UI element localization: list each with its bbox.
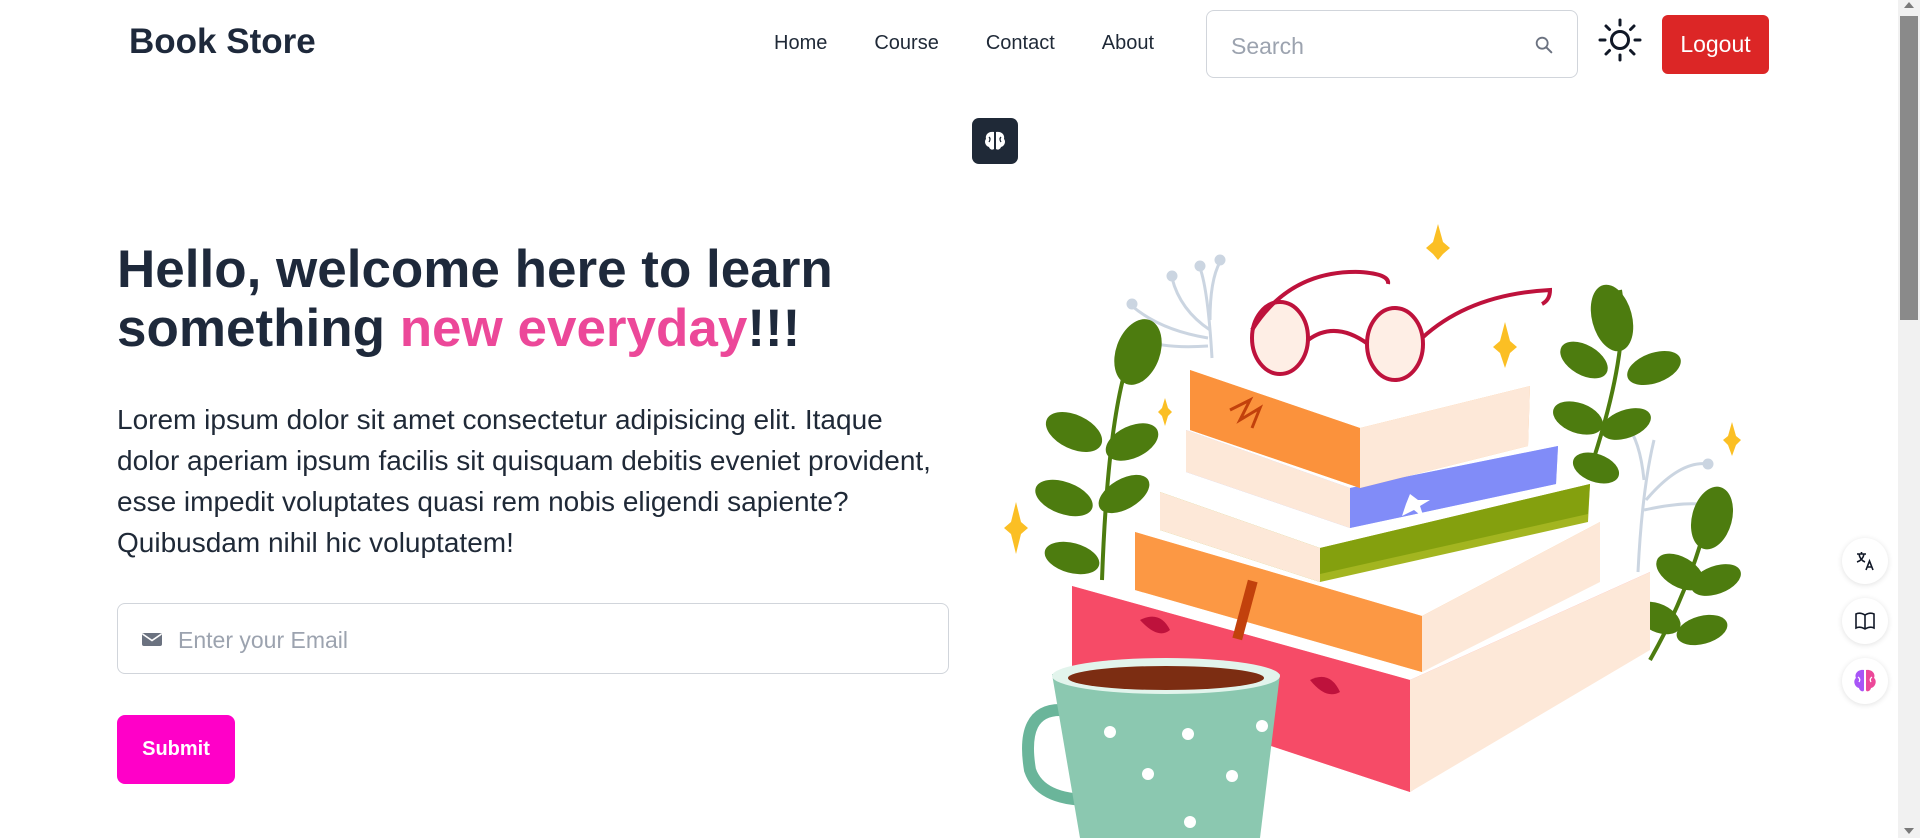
scroll-down-arrow[interactable] (1904, 828, 1914, 834)
hero-title: Hello, welcome here to learn something n… (117, 240, 877, 358)
hero-title-highlight: new everyday (399, 299, 748, 358)
nav-link-about[interactable]: About (1102, 32, 1154, 55)
hero-description: Lorem ipsum dolor sit amet consectetur a… (117, 404, 931, 558)
logout-button[interactable]: Logout (1662, 15, 1769, 74)
nav-link-home[interactable]: Home (774, 32, 827, 55)
email-input[interactable] (176, 622, 920, 658)
search-input[interactable] (1229, 29, 1523, 63)
brain-badge[interactable] (972, 118, 1018, 164)
scroll-thumb[interactable] (1900, 16, 1918, 320)
books-illustration (1004, 224, 1741, 838)
ai-assistant-button[interactable] (1842, 658, 1888, 704)
nav-links: Home Course Contact About (774, 32, 1154, 55)
envelope-icon (142, 633, 162, 646)
translate-button[interactable] (1842, 538, 1888, 584)
search-icon[interactable] (1533, 34, 1555, 56)
reader-button[interactable] (1842, 598, 1888, 644)
navbar: Book Store Home Course Contact About Log… (0, 0, 1900, 88)
book-open-icon (1855, 612, 1875, 630)
scroll-up-arrow[interactable] (1904, 2, 1914, 8)
brain-icon (985, 131, 1005, 150)
submit-button[interactable]: Submit (117, 715, 235, 784)
email-field (117, 603, 949, 674)
coffee-cup (1022, 658, 1280, 838)
search-box (1206, 10, 1578, 78)
nav-link-contact[interactable]: Contact (986, 32, 1055, 55)
brain-colorful-icon (1854, 669, 1876, 692)
nav-link-course[interactable]: Course (874, 32, 938, 55)
vertical-scrollbar[interactable] (1898, 0, 1920, 838)
translate-icon (1856, 552, 1874, 571)
sun-icon[interactable] (1598, 18, 1642, 62)
brand-logo-text[interactable]: Book Store (129, 22, 316, 62)
hero-title-exclaim: !!! (747, 299, 801, 358)
